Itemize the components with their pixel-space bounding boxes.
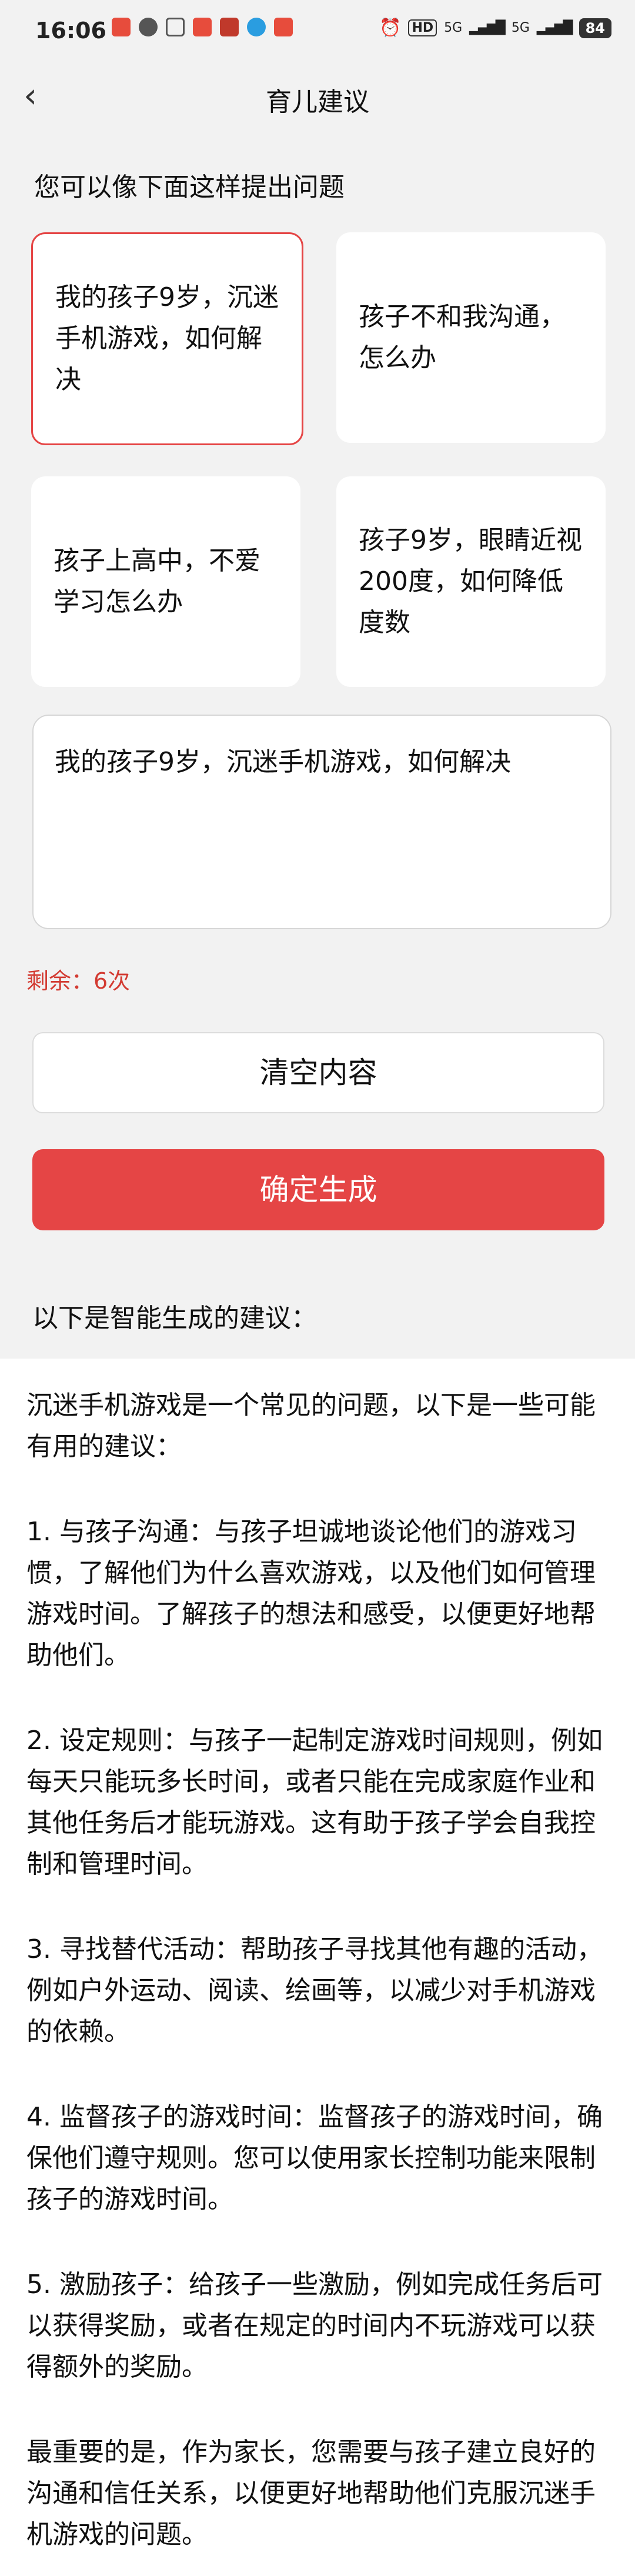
app-notification-icon [166, 18, 185, 36]
notification-icons [112, 18, 293, 36]
example-text: 我的孩子9岁，沉迷手机游戏，如何解决 [55, 282, 279, 395]
result-item: 1. 与孩子沟通：与孩子坦诚地谈论他们的游戏习惯，了解他们为什么喜欢游戏，以及他… [26, 1517, 596, 1670]
status-time: 16:06 [35, 18, 106, 44]
example-text: 孩子上高中，不爱学习怎么办 [54, 546, 260, 617]
result-intro: 沉迷手机游戏是一个常见的问题，以下是一些可能有用的建议： [26, 1390, 596, 1461]
result-item: 3. 寻找替代活动：帮助孩子寻找其他有趣的活动，例如户外运动、阅读、绘画等，以减… [26, 1934, 603, 2047]
generate-button[interactable]: 确定生成 [32, 1149, 604, 1230]
app-notification-icon [139, 18, 158, 36]
alarm-icon: ⏰ [379, 18, 402, 38]
clear-button[interactable]: 清空内容 [32, 1032, 604, 1113]
result-conclusion: 最重要的是，作为家长，您需要与孩子建立良好的沟通和信任关系，以便更好地帮助他们克… [26, 2437, 596, 2550]
example-card-1[interactable]: 我的孩子9岁，沉迷手机游戏，如何解决 [31, 232, 303, 445]
battery-icon: 84 [579, 18, 611, 38]
example-text: 孩子9岁，眼睛近视200度，如何降低度数 [359, 525, 582, 638]
signal-icon: 5G [511, 21, 530, 35]
example-card-4[interactable]: 孩子9岁，眼睛近视200度，如何降低度数 [336, 476, 606, 687]
example-text: 孩子不和我沟通，怎么办 [359, 302, 566, 373]
result-panel: 沉迷手机游戏是一个常见的问题，以下是一些可能有用的建议： 1. 与孩子沟通：与孩… [0, 1359, 635, 2576]
status-right: ⏰ HD 5G ▂▄▆█ 5G ▂▄▆█ 84 [379, 18, 611, 38]
result-item: 5. 激励孩子：给孩子一些激励，例如完成任务后可以获得奖励，或者在规定的时间内不… [26, 2270, 603, 2382]
app-notification-icon [274, 18, 293, 36]
result-heading: 以下是智能生成的建议： [32, 1303, 317, 1333]
prompt-label: 您可以像下面这样提出问题 [34, 172, 345, 202]
signal-bars-icon: ▂▄▆█ [469, 21, 506, 35]
app-notification-icon [112, 18, 131, 36]
app-notification-icon [193, 18, 212, 36]
page-title: 育儿建议 [266, 87, 369, 117]
example-card-3[interactable]: 孩子上高中，不爱学习怎么办 [31, 476, 300, 687]
remaining-count: 剩余：6次 [26, 968, 131, 994]
status-bar: 16:06 ⏰ HD 5G ▂▄▆█ 5G ▂▄▆█ 84 [0, 0, 635, 68]
telegram-icon [247, 18, 266, 36]
hd-icon: HD [408, 19, 437, 36]
top-bar: ‹ 育儿建议 [0, 68, 635, 126]
example-card-2[interactable]: 孩子不和我沟通，怎么办 [336, 232, 606, 443]
question-input[interactable]: 我的孩子9岁，沉迷手机游戏，如何解决 [32, 715, 611, 929]
result-item: 2. 设定规则：与孩子一起制定游戏时间规则，例如每天只能玩多长时间，或者只能在完… [26, 1726, 603, 1879]
signal-icon: 5G [444, 21, 463, 35]
signal-bars-icon: ▂▄▆█ [536, 21, 573, 35]
app-notification-icon [220, 18, 239, 36]
result-item: 4. 监督孩子的游戏时间：监督孩子的游戏时间，确保他们遵守规则。您可以使用家长控… [26, 2102, 603, 2214]
